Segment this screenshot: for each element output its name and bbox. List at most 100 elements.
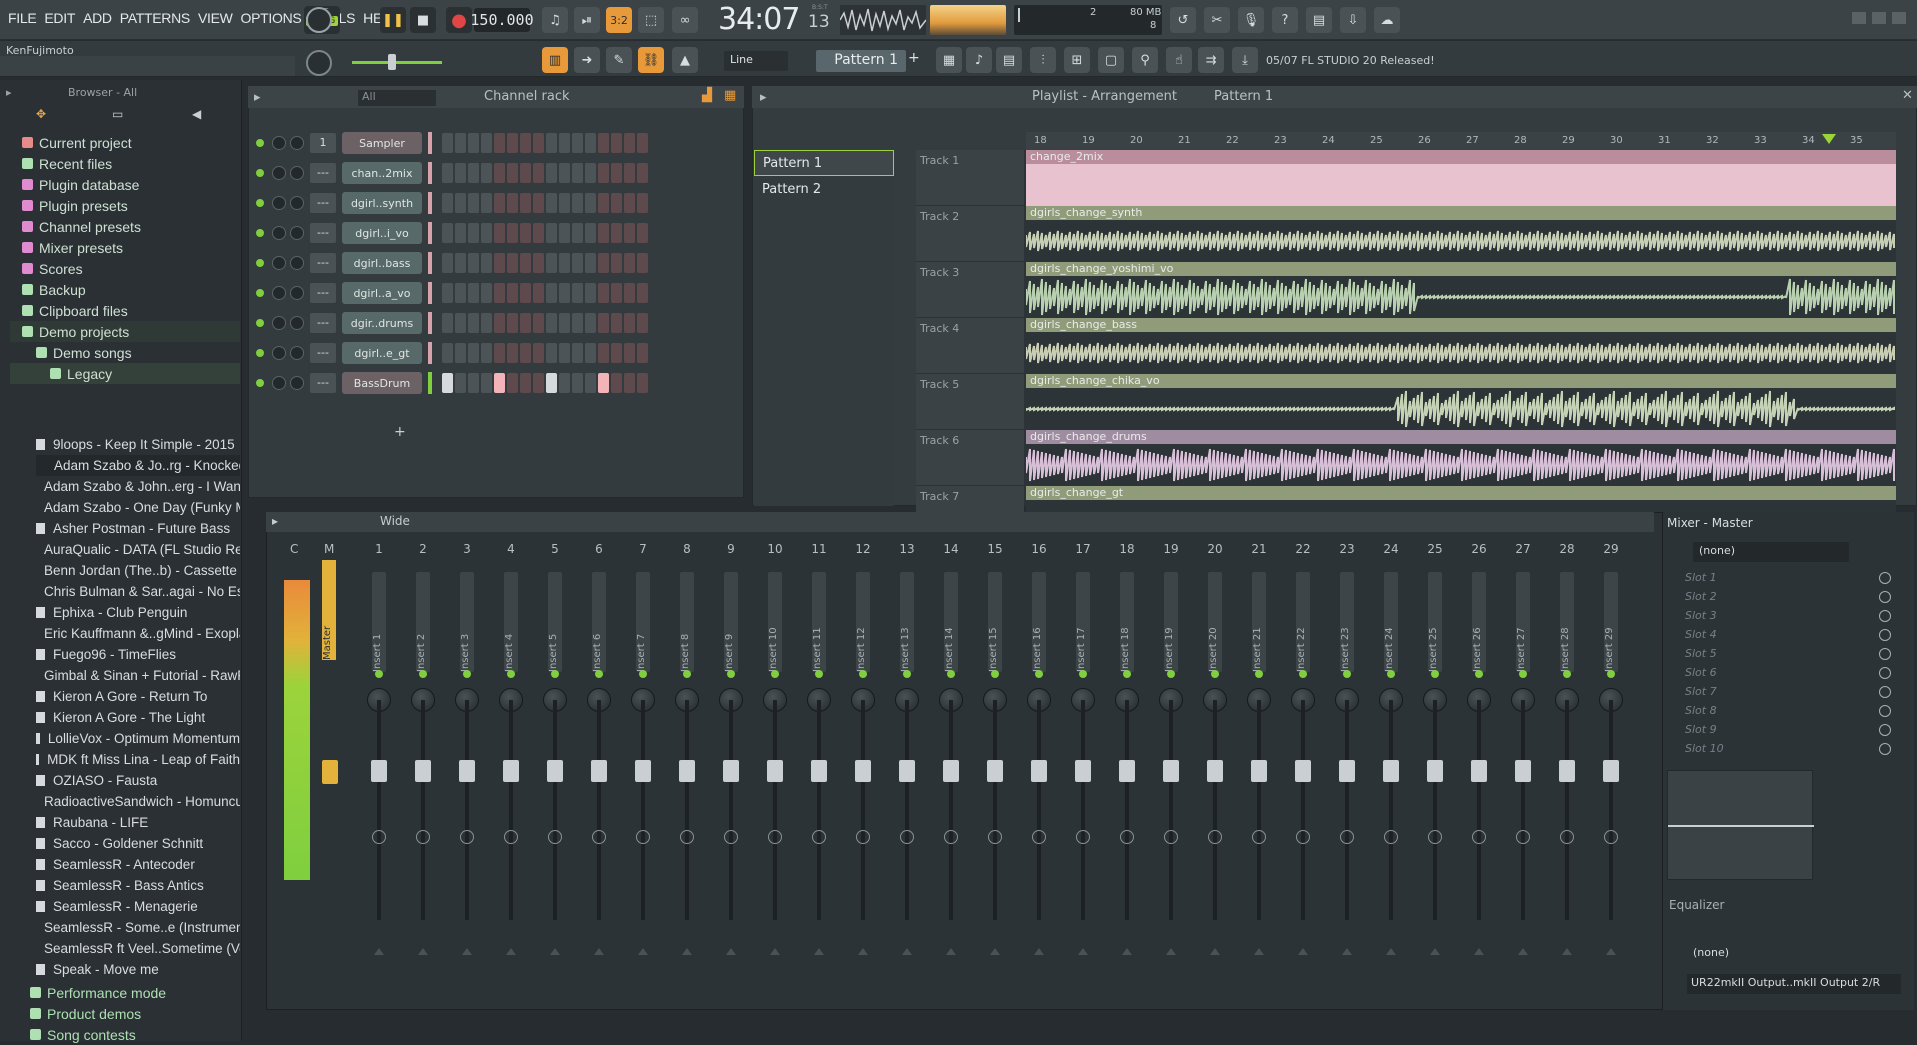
insert-volume-fader[interactable]	[987, 760, 1003, 782]
insert-stereo-icon[interactable]	[900, 830, 914, 844]
insert-stereo-icon[interactable]	[1296, 830, 1310, 844]
close-window-button[interactable]	[1892, 12, 1906, 24]
insert-stereo-icon[interactable]	[1208, 830, 1222, 844]
demo-song-item[interactable]: SeamlessR - Menagerie	[36, 896, 240, 917]
insert-strip[interactable]: 28 Insert 28	[1546, 542, 1588, 1000]
insert-volume-fader[interactable]	[371, 760, 387, 782]
insert-enable-led[interactable]	[463, 670, 471, 678]
insert-stereo-icon[interactable]	[636, 830, 650, 844]
insert-enable-led[interactable]	[727, 670, 735, 678]
insert-stereo-icon[interactable]	[592, 830, 606, 844]
fx-slot-mix-knob[interactable]	[1879, 723, 1891, 736]
demo-song-item[interactable]: LollieVox - Optimum Momentum	[36, 728, 240, 749]
insert-enable-led[interactable]	[1123, 670, 1131, 678]
insert-label[interactable]: Insert 15	[988, 572, 1002, 672]
insert-label[interactable]: Insert 18	[1120, 572, 1134, 672]
insert-strip[interactable]: 13 Insert 13	[886, 542, 928, 1000]
channel-led[interactable]	[256, 349, 264, 357]
insert-label[interactable]: Insert 1	[372, 572, 386, 672]
insert-strip[interactable]: 19 Insert 19	[1150, 542, 1192, 1000]
insert-stereo-icon[interactable]	[1560, 830, 1574, 844]
fx-slot[interactable]: Slot 1	[1663, 568, 1915, 587]
demo-song-item[interactable]: Raubana - LIFE	[36, 812, 240, 833]
insert-route-icon[interactable]	[1430, 948, 1440, 955]
insert-label[interactable]: Insert 26	[1472, 572, 1486, 672]
insert-volume-fader[interactable]	[1119, 760, 1135, 782]
insert-stereo-icon[interactable]	[1384, 830, 1398, 844]
insert-label[interactable]: Insert 25	[1428, 572, 1442, 672]
insert-strip[interactable]: 10 Insert 10	[754, 542, 796, 1000]
insert-enable-led[interactable]	[1475, 670, 1483, 678]
browser-item[interactable]: Mixer presets	[10, 237, 240, 258]
insert-label[interactable]: Insert 20	[1208, 572, 1222, 672]
insert-stereo-icon[interactable]	[1120, 830, 1134, 844]
fx-slot-mix-knob[interactable]	[1879, 666, 1891, 679]
insert-route-icon[interactable]	[814, 948, 824, 955]
insert-route-icon[interactable]	[638, 948, 648, 955]
insert-enable-led[interactable]	[419, 670, 427, 678]
insert-enable-led[interactable]	[1607, 670, 1615, 678]
file-icon[interactable]: ▭	[112, 107, 123, 121]
browser-item[interactable]: Demo projects	[10, 321, 240, 342]
demo-song-item[interactable]: SeamlessR ft Veel..Sometime (Vocal)	[36, 938, 240, 959]
insert-stereo-icon[interactable]	[1428, 830, 1442, 844]
insert-stereo-icon[interactable]	[988, 830, 1002, 844]
insert-volume-fader[interactable]	[1339, 760, 1355, 782]
demo-song-item[interactable]: Benn Jordan (The..b) - Cassette Cafe	[36, 560, 240, 581]
channel-led[interactable]	[256, 259, 264, 267]
insert-stereo-icon[interactable]	[812, 830, 826, 844]
insert-stereo-icon[interactable]	[1164, 830, 1178, 844]
insert-enable-led[interactable]	[1563, 670, 1571, 678]
menu-file[interactable]: FILE	[4, 10, 40, 26]
demo-song-item[interactable]: Adam Szabo - One Day (Funky Mix)	[36, 497, 240, 518]
insert-enable-led[interactable]	[1167, 670, 1175, 678]
browser-item[interactable]: Legacy	[10, 363, 240, 384]
insert-stereo-icon[interactable]	[1516, 830, 1530, 844]
insert-label[interactable]: Insert 23	[1340, 572, 1354, 672]
browser-item[interactable]: Current project	[10, 132, 240, 153]
insert-label[interactable]: Insert 24	[1384, 572, 1398, 672]
insert-route-icon[interactable]	[1342, 948, 1352, 955]
insert-volume-fader[interactable]	[635, 760, 651, 782]
insert-stereo-icon[interactable]	[548, 830, 562, 844]
fx-slot[interactable]: Slot 9	[1663, 720, 1915, 739]
insert-enable-led[interactable]	[507, 670, 515, 678]
collapse-icon[interactable]: ✥	[36, 107, 46, 121]
insert-route-icon[interactable]	[1562, 948, 1572, 955]
demo-song-item[interactable]: Kieron A Gore - Return To	[36, 686, 240, 707]
output-selector[interactable]: UR22mkII Output..mkII Output 2/R	[1687, 974, 1901, 994]
insert-label[interactable]: Insert 27	[1516, 572, 1530, 672]
browser-item[interactable]: Plugin presets	[10, 195, 240, 216]
insert-label[interactable]: Insert 3	[460, 572, 474, 672]
insert-volume-fader[interactable]	[1515, 760, 1531, 782]
insert-label[interactable]: Insert 2	[416, 572, 430, 672]
browser-item[interactable]: Clipboard files	[10, 300, 240, 321]
browser-folder[interactable]: Product demos	[30, 1003, 240, 1024]
menu-add[interactable]: ADD	[79, 10, 116, 26]
insert-volume-fader[interactable]	[591, 760, 607, 782]
insert-strip[interactable]: 22 Insert 22	[1282, 542, 1324, 1000]
playhead-marker[interactable]	[1822, 134, 1836, 144]
demo-song-item[interactable]: RadioactiveSandwich - Homunculus	[36, 791, 240, 812]
insert-volume-fader[interactable]	[1427, 760, 1443, 782]
insert-enable-led[interactable]	[1431, 670, 1439, 678]
insert-enable-led[interactable]	[683, 670, 691, 678]
rack-options-icon[interactable]: ▸	[254, 90, 261, 105]
insert-route-icon[interactable]	[374, 948, 384, 955]
eq-graph[interactable]	[1667, 770, 1814, 880]
demo-song-item[interactable]: Asher Postman - Future Bass	[36, 518, 240, 539]
browser-arrow-icon[interactable]: ▸	[6, 86, 12, 99]
insert-enable-led[interactable]	[859, 670, 867, 678]
insert-strip[interactable]: 6 Insert 6	[578, 542, 620, 1000]
fx-slot[interactable]: Slot 6	[1663, 663, 1915, 682]
channel-led[interactable]	[256, 139, 264, 147]
insert-volume-fader[interactable]	[811, 760, 827, 782]
master-strip[interactable]: C M Master	[274, 542, 344, 1000]
insert-stereo-icon[interactable]	[1032, 830, 1046, 844]
playlist-close-icon[interactable]: ✕	[1902, 88, 1913, 103]
insert-route-icon[interactable]	[462, 948, 472, 955]
channel-led[interactable]	[256, 319, 264, 327]
insert-strip[interactable]: 5 Insert 5	[534, 542, 576, 1000]
insert-volume-fader[interactable]	[855, 760, 871, 782]
insert-volume-fader[interactable]	[899, 760, 915, 782]
